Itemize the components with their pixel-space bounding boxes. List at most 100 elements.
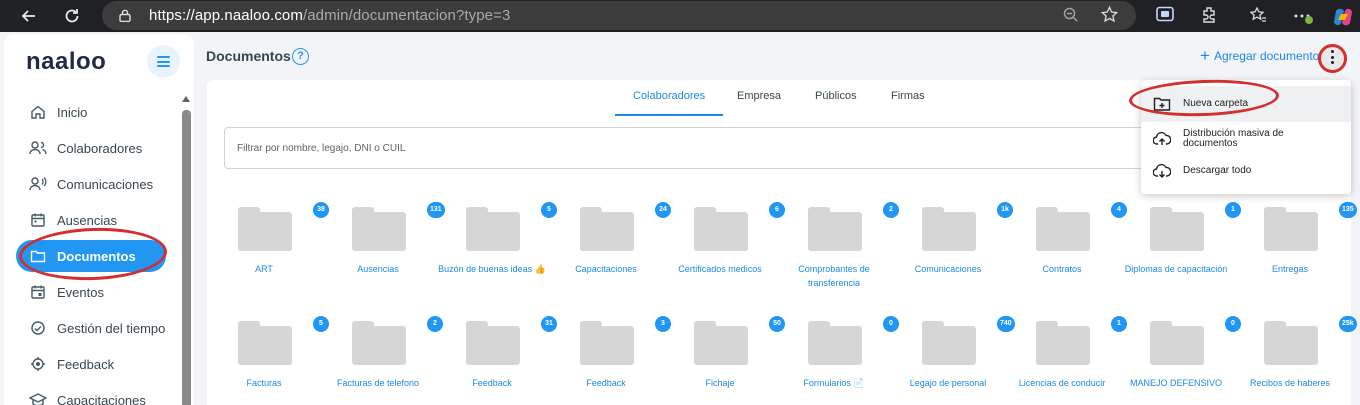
folder-name: Recibos de haberes — [1249, 378, 1331, 388]
sidebar-item-documentos[interactable]: Documentos — [16, 240, 166, 272]
folder-icon: 24 — [580, 202, 671, 251]
star-icon[interactable] — [1100, 5, 1120, 25]
folder-name: MANEJO DEFENSIVO — [1129, 378, 1222, 388]
tab-colaboradores[interactable]: Colaboradores — [615, 88, 724, 116]
menu-item-nueva-carpeta[interactable]: Nueva carpeta — [1141, 86, 1351, 122]
folder-name: Capacitaciones — [575, 264, 637, 274]
folder-item[interactable]: 6 Certificados medicos — [663, 202, 785, 307]
folder-icon: 5 — [466, 202, 557, 251]
menu-item-label: Nueva carpeta — [1183, 98, 1249, 109]
folder-item[interactable]: 50 Fichaje — [663, 316, 785, 405]
extensions-icon[interactable] — [1199, 6, 1219, 26]
folder-name: Facturas — [246, 378, 282, 388]
sidebar-item-comunicaciones[interactable]: Comunicaciones — [16, 168, 166, 200]
sidebar: naaloo Inicio Colaboradores Comunicacion… — [4, 34, 194, 405]
sidebar-item-label: Inicio — [57, 104, 88, 120]
menu-item-distribucion-masiva[interactable]: Distribución masiva de documentos — [1141, 120, 1351, 158]
folder-item[interactable]: 1 Diplomas de capacitación — [1119, 202, 1241, 307]
url-text[interactable]: https://app.naaloo.com/admin/documentaci… — [149, 7, 510, 24]
folder-item[interactable]: 0 MANEJO DEFENSIVO — [1119, 316, 1241, 405]
sidebar-item-ausencias[interactable]: Ausencias — [16, 204, 166, 236]
folder-name: Feedback — [586, 378, 626, 388]
folder-item[interactable]: 5 Facturas — [207, 316, 329, 405]
tab-empresa[interactable]: Empresa — [719, 88, 799, 116]
folder-name: Comunicaciones — [914, 264, 982, 274]
sidebar-item-label: Ausencias — [57, 212, 117, 228]
sidebar-item-capacitaciones[interactable]: Capacitaciones — [16, 384, 166, 405]
folder-item[interactable]: 2 Facturas de telefono — [321, 316, 443, 405]
sidebar-item-feedback[interactable]: Feedback — [16, 348, 166, 380]
sidebar-item-colaboradores[interactable]: Colaboradores — [16, 132, 166, 164]
folder-name: Buzón de buenas ideas 👍 — [438, 264, 546, 274]
folder-item[interactable]: 24 Capacitaciones — [549, 202, 671, 307]
sidebar-item-label: Eventos — [57, 284, 104, 300]
folder-icon: 6 — [694, 202, 785, 251]
folder-item[interactable]: 740 Legajo de personal — [891, 316, 1015, 405]
menu-item-label: Descargar todo — [1183, 165, 1252, 176]
folder-item[interactable]: 3 Feedback — [549, 316, 671, 405]
folder-item[interactable]: 1 Licencias de conducir — [1005, 316, 1127, 405]
menu-toggle-button[interactable] — [147, 45, 180, 78]
folder-item[interactable]: 1k Comunicaciones — [891, 202, 1013, 307]
folder-icon: 5 — [238, 316, 329, 365]
sidebar-scrollbar[interactable] — [182, 110, 191, 405]
folder-item[interactable]: 25k Recibos de haberes — [1233, 316, 1357, 405]
scroll-up-arrow[interactable] — [182, 96, 190, 102]
folder-icon: 0 — [1150, 316, 1241, 365]
zoom-icon[interactable] — [1062, 6, 1082, 26]
folder-icon: 0 — [808, 316, 899, 365]
tab-firmas[interactable]: Firmas — [873, 88, 943, 116]
sidebar-item-label: Documentos — [57, 248, 136, 264]
folder-icon: 2 — [352, 316, 443, 365]
favorites-icon[interactable] — [1248, 6, 1268, 26]
lock-icon[interactable] — [119, 9, 131, 22]
folder-icon: 25k — [1264, 316, 1357, 365]
folder-name: Certificados medicos — [678, 264, 762, 274]
feedback-icon — [29, 355, 47, 373]
reload-icon[interactable] — [62, 6, 82, 26]
sidebar-item-inicio[interactable]: Inicio — [16, 96, 166, 128]
more-icon[interactable] — [1293, 6, 1313, 26]
sidebar-item-eventos[interactable]: Eventos — [16, 276, 166, 308]
sidebar-item-label: Feedback — [57, 356, 115, 372]
plus-icon: + — [1200, 46, 1210, 65]
back-icon[interactable] — [19, 6, 39, 26]
page-title: Documentos — [206, 48, 291, 64]
folder-name: Licencias de conducir — [1018, 378, 1106, 388]
address-bar[interactable]: https://app.naaloo.com/admin/documentaci… — [102, 1, 1136, 30]
more-options-button[interactable] — [1320, 45, 1344, 69]
folder-item[interactable]: 131 Ausencias — [321, 202, 445, 307]
folder-icon: 131 — [352, 202, 445, 251]
folder-item[interactable]: 2 Comprobantes de transferencia — [777, 202, 899, 307]
folder-icon: 38 — [238, 202, 329, 251]
copilot-icon[interactable] — [1332, 6, 1352, 26]
folder-item[interactable]: 0 Formularios 📄 — [777, 316, 899, 405]
add-document-button[interactable]: + Agregar documento — [1200, 46, 1319, 65]
home-icon — [29, 103, 47, 121]
folder-item[interactable]: 38 ART — [207, 202, 329, 307]
menu-item-descargar-todo[interactable]: Descargar todo — [1141, 154, 1351, 188]
sidebar-item-label: Gestión del tiempo — [57, 320, 166, 336]
help-icon[interactable]: ? — [292, 48, 309, 65]
folder-name: Feedback — [472, 378, 512, 388]
folder-name: Comprobantes de transferencia — [798, 264, 870, 288]
sidebar-item-label: Colaboradores — [57, 140, 143, 156]
folder-icon: 1 — [1036, 316, 1127, 365]
folder-name: Fichaje — [705, 378, 735, 388]
app-logo[interactable]: naaloo — [26, 48, 106, 76]
tab-publicos[interactable]: Públicos — [797, 88, 875, 116]
folder-name: Diplomas de capacitación — [1124, 264, 1228, 274]
folder-icon: 31 — [466, 316, 557, 365]
folder-name: Ausencias — [357, 264, 399, 274]
sidebar-item-gestion-del-tiempo[interactable]: Gestión del tiempo — [16, 312, 166, 344]
folder-item[interactable]: 5 Buzón de buenas ideas 👍 — [435, 202, 557, 307]
calendar-icon — [29, 211, 47, 229]
folder-icon: 4 — [1036, 202, 1127, 251]
screen-icon[interactable] — [1155, 6, 1175, 26]
folder-icon: 50 — [694, 316, 785, 365]
folder-item[interactable]: 4 Contratos — [1005, 202, 1127, 307]
folder-item[interactable]: 135 Entregas — [1233, 202, 1357, 307]
new-folder-icon — [1153, 95, 1171, 113]
folder-item[interactable]: 31 Feedback — [435, 316, 557, 405]
cloud-download-icon — [1153, 162, 1171, 180]
